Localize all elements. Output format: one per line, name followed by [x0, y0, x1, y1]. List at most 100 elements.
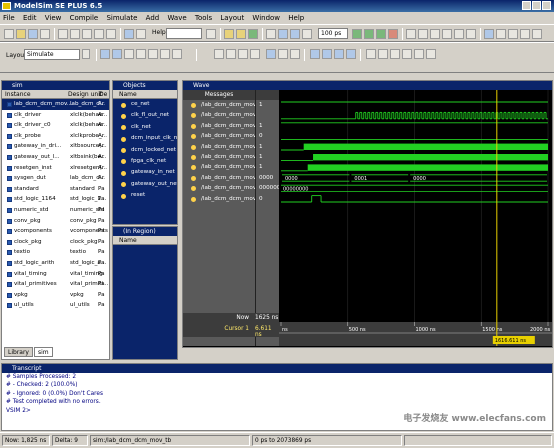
wave-signal-row[interactable]: /lab_dcm_dcm_mov...	[183, 100, 261, 110]
zoom-mode-icon[interactable]	[112, 49, 122, 59]
wave-signal-row[interactable]: /lab_dcm_dcm_mov...	[183, 110, 261, 120]
compile-icon[interactable]	[224, 29, 234, 39]
delete-cursor-icon[interactable]	[172, 49, 182, 59]
add-cursor-icon[interactable]	[266, 49, 276, 59]
tab-library[interactable]: Library	[4, 347, 33, 357]
menu-view[interactable]: View	[45, 14, 62, 22]
env-icon[interactable]	[302, 29, 312, 39]
step-back-icon[interactable]	[278, 29, 288, 39]
cut-icon[interactable]	[58, 29, 68, 39]
compile-all-icon[interactable]	[236, 29, 246, 39]
restart-icon[interactable]	[266, 29, 276, 39]
menu-help[interactable]: Help	[288, 14, 304, 22]
object-item[interactable]: clk_fl_out_net	[113, 110, 177, 121]
redo-icon[interactable]	[106, 29, 116, 39]
find-last-icon[interactable]	[402, 49, 412, 59]
wave-signal-row[interactable]: /lab_dcm_dcm_mov...	[183, 173, 261, 183]
close-icon[interactable]	[542, 1, 551, 10]
region-col-name[interactable]: Name	[119, 237, 137, 244]
coverage-icon[interactable]	[466, 29, 476, 39]
collapse-icon[interactable]	[426, 49, 436, 59]
waveform-canvas[interactable]: 0000 0001 000000000000ns 500 ns 1000 ns 1500 …	[279, 90, 552, 346]
sim-instance-row[interactable]: gateway_out_l... xltbsink(be... Ar	[2, 152, 109, 163]
list-icon[interactable]	[520, 29, 530, 39]
wave-compare-icon[interactable]	[148, 49, 158, 59]
tab-sim[interactable]: sim	[34, 347, 53, 357]
object-item[interactable]: dcm_input_clk_net	[113, 133, 177, 144]
text-tool-icon[interactable]	[238, 49, 248, 59]
lock-cursor-icon[interactable]	[290, 49, 300, 59]
edit-mode-icon[interactable]	[124, 49, 134, 59]
print-icon[interactable]	[40, 29, 50, 39]
link-tool-icon[interactable]	[250, 49, 260, 59]
object-item[interactable]: gateway_out_net	[113, 179, 177, 190]
paste-icon[interactable]	[82, 29, 92, 39]
menu-tools[interactable]: Tools	[195, 14, 212, 22]
save-icon[interactable]	[28, 29, 38, 39]
zoom-full-icon[interactable]	[334, 49, 344, 59]
performance-icon[interactable]	[442, 29, 452, 39]
sim-instance-row[interactable]: conv_pkg conv_pkg Pa	[2, 216, 109, 227]
menu-compile[interactable]: Compile	[70, 14, 99, 22]
trace-icon[interactable]	[496, 29, 506, 39]
sim-instance-row[interactable]: textio textio Pa	[2, 247, 109, 258]
sim-instance-row[interactable]: numeric_std numeric_std Pa	[2, 205, 109, 216]
run-length-input[interactable]: 100 ps	[318, 28, 348, 39]
sim-instance-row[interactable]: clk_probe xlclkprobe_... Ar	[2, 131, 109, 142]
help-search-icon[interactable]	[206, 29, 216, 39]
sim-instance-row[interactable]: lab_dcm_dcm_mov... lab_dcm_d... Ar	[2, 99, 109, 110]
break-icon[interactable]	[388, 29, 398, 39]
window-controls[interactable]	[522, 1, 552, 10]
col-design-unit[interactable]: Design unit	[68, 90, 102, 99]
object-item[interactable]: gateway_in_net	[113, 167, 177, 178]
toggle-icon[interactable]	[532, 29, 542, 39]
menu-edit[interactable]: Edit	[23, 14, 37, 22]
find-prev-edge-icon[interactable]	[366, 49, 376, 59]
sim-instance-row[interactable]: vpkg vpkg Pa	[2, 290, 109, 301]
simulate-icon[interactable]	[248, 29, 258, 39]
find-next-edge-icon[interactable]	[378, 49, 388, 59]
marker-icon[interactable]	[160, 49, 170, 59]
menu-simulate[interactable]: Simulate	[106, 14, 137, 22]
wave-signal-row[interactable]: /lab_dcm_dcm_mov...	[183, 152, 261, 162]
menu-add[interactable]: Add	[146, 14, 160, 22]
zoom-out-icon[interactable]	[322, 49, 332, 59]
copy-icon[interactable]	[70, 29, 80, 39]
layout-select[interactable]: Simulate	[24, 49, 80, 60]
sim-instance-row[interactable]: clock_pkg clock_pkg Pa	[2, 237, 109, 248]
wave-signal-row[interactable]: /lab_dcm_dcm_mov...	[183, 162, 261, 172]
bookmark-icon[interactable]	[136, 29, 146, 39]
sim-instance-row[interactable]: vital_primitives vital_primiti... Pa	[2, 279, 109, 290]
col-instance[interactable]: Instance	[5, 90, 31, 99]
sim-instance-row[interactable]: vital_timing vital_timing Pa	[2, 269, 109, 280]
sim-instance-row[interactable]: ul_utils ul_utils Pa	[2, 300, 109, 311]
memory-icon[interactable]	[454, 29, 464, 39]
sim-instance-row[interactable]: clk_driver xlclk(behav... Ar	[2, 110, 109, 121]
sim-instance-row[interactable]: standard standard Pa	[2, 184, 109, 195]
menu-layout[interactable]: Layout	[220, 14, 244, 22]
col-design-type[interactable]: De	[99, 90, 107, 99]
transcript-output[interactable]: # Samples Processed: 2 # - Checked: 2 (10…	[2, 373, 552, 415]
sim-instance-row[interactable]: std_logic_1164 std_logic_1... Pa	[2, 194, 109, 205]
menu-window[interactable]: Window	[252, 14, 280, 22]
object-item[interactable]: ce_net	[113, 99, 177, 110]
schematic-icon[interactable]	[508, 29, 518, 39]
maximize-icon[interactable]	[532, 1, 541, 10]
sim-instance-row[interactable]: vcomponents vcomponents Pa	[2, 226, 109, 237]
select-pointer-icon[interactable]	[214, 49, 224, 59]
wave-signal-row[interactable]: /lab_dcm_dcm_mov...	[183, 194, 261, 204]
expand-icon[interactable]	[414, 49, 424, 59]
step-icon[interactable]	[406, 29, 416, 39]
step-over-icon[interactable]	[418, 29, 428, 39]
sim-instance-row[interactable]: std_logic_arith std_logic_a... Pa	[2, 258, 109, 269]
object-item[interactable]: fpga_clk_net	[113, 156, 177, 167]
menu-wave[interactable]: Wave	[167, 14, 186, 22]
cursor-mode-icon[interactable]	[100, 49, 110, 59]
zoom-cursor-icon[interactable]	[346, 49, 356, 59]
sim-instance-row[interactable]: gateway_in_dri... xltbsource(... Ar	[2, 141, 109, 152]
objects-col-name[interactable]: Name	[119, 91, 137, 98]
run-icon[interactable]	[352, 29, 362, 39]
wave-signal-row[interactable]: /lab_dcm_dcm_mov...	[183, 121, 261, 131]
find-icon[interactable]	[124, 29, 134, 39]
step-out-icon[interactable]	[430, 29, 440, 39]
